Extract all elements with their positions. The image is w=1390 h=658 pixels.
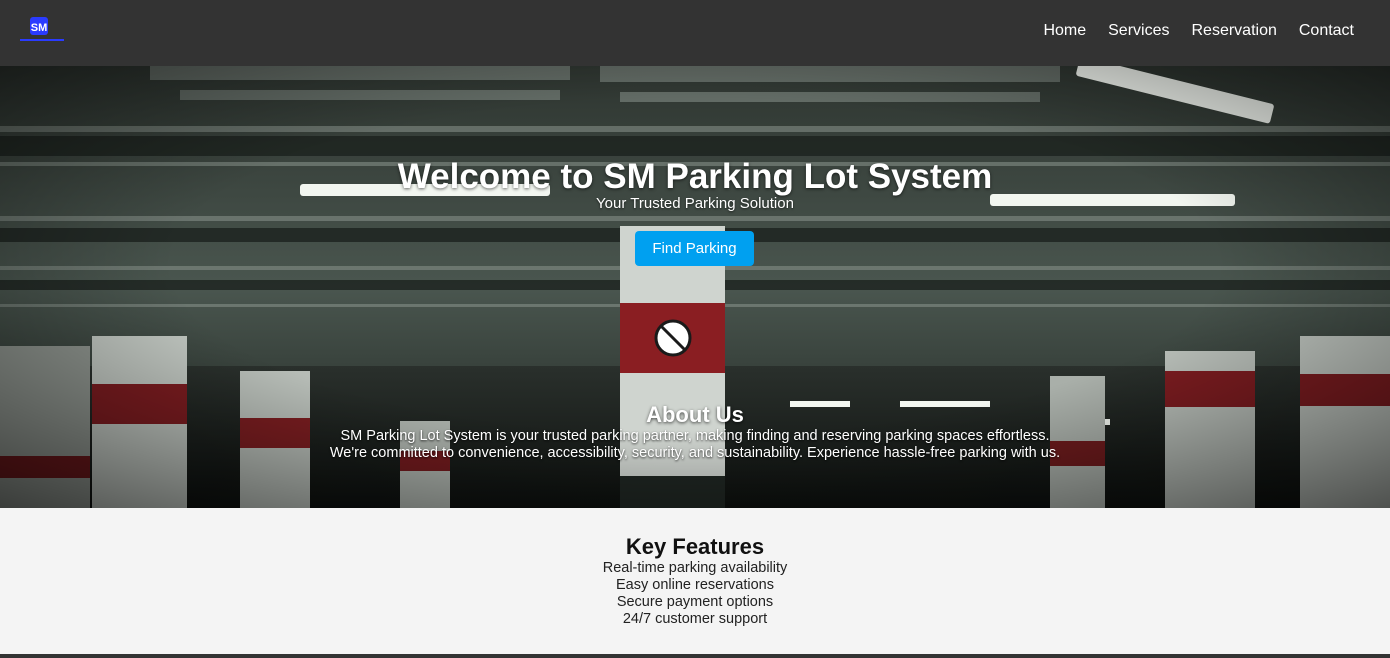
- features-title: Key Features: [625, 534, 765, 559]
- nav-services[interactable]: Services: [1108, 21, 1169, 41]
- nav-reservation[interactable]: Reservation: [1191, 21, 1276, 41]
- about-text: SM Parking Lot System is your trusted pa…: [0, 428, 1390, 462]
- hero-title: Welcome to SM Parking Lot System: [397, 157, 993, 196]
- feature-item: Secure payment options: [616, 594, 774, 610]
- footer-divider: [0, 654, 1390, 658]
- about-line-1: SM Parking Lot System is your trusted pa…: [340, 428, 1050, 444]
- features-list: Real-time parking availability Easy onli…: [0, 560, 1390, 628]
- navbar: SM Home Services Reservation Contact: [0, 0, 1390, 66]
- key-features-section: Key Features Real-time parking availabil…: [0, 508, 1390, 654]
- feature-item: 24/7 customer support: [622, 611, 768, 627]
- feature-item: Real-time parking availability: [602, 560, 788, 576]
- hero-subtitle: Your Trusted Parking Solution: [596, 195, 794, 212]
- logo-icon: SM: [20, 17, 64, 41]
- nav-home[interactable]: Home: [1043, 21, 1086, 41]
- find-parking-button[interactable]: Find Parking: [635, 231, 754, 266]
- logo-text: SM: [31, 22, 48, 34]
- about-title: About Us: [646, 402, 744, 427]
- hero-section: Welcome to SM Parking Lot System Your Tr…: [0, 66, 1390, 508]
- nav-contact[interactable]: Contact: [1299, 21, 1354, 41]
- main-nav: Home Services Reservation Contact: [1021, 21, 1354, 41]
- feature-item: Easy online reservations: [616, 577, 774, 593]
- logo[interactable]: SM: [18, 14, 66, 46]
- about-line-2: We're committed to convenience, accessib…: [329, 445, 1061, 461]
